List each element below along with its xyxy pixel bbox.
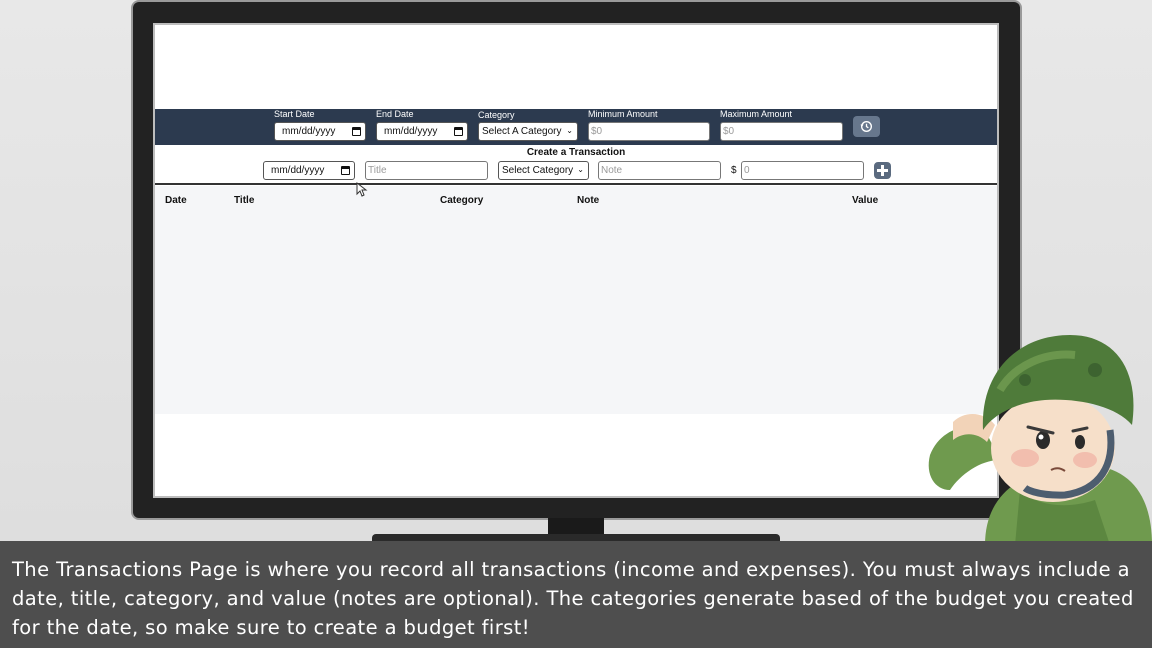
transaction-title-placeholder: Title [368,165,387,176]
app-header-area [155,25,997,109]
max-amount-label: Maximum Amount [720,109,793,119]
soldier-mascot-illustration [928,335,1152,545]
column-header-date[interactable]: Date [165,195,187,206]
start-date-value: mm/dd/yyyy [282,126,336,137]
end-date-value: mm/dd/yyyy [384,126,438,137]
filter-bar: Start Date mm/dd/yyyy End Date mm/dd/yyy… [155,109,997,145]
min-amount-placeholder: $0 [591,126,603,137]
currency-symbol: $ [731,165,737,176]
calendar-icon[interactable] [454,127,463,136]
caption-text: The Transactions Page is where you recor… [0,541,1152,648]
category-filter-value: Select A Category [482,126,562,137]
max-amount-placeholder: $0 [723,126,735,137]
column-header-category[interactable]: Category [440,195,483,206]
reset-filters-button[interactable] [853,116,880,137]
column-header-value[interactable]: Value [852,195,878,206]
transaction-value-input[interactable]: 0 [741,161,864,180]
create-transaction-title: Create a Transaction [526,147,626,158]
column-header-note[interactable]: Note [577,195,599,206]
min-amount-label: Minimum Amount [588,109,658,119]
min-amount-input[interactable]: $0 [588,122,710,141]
transaction-date-value: mm/dd/yyyy [271,165,325,176]
transaction-note-placeholder: Note [601,165,623,176]
add-transaction-button[interactable] [874,162,891,179]
end-date-input[interactable]: mm/dd/yyyy [376,122,468,141]
transaction-value-placeholder: 0 [744,165,750,176]
start-date-label: Start Date [274,109,315,119]
chevron-down-icon: ⌄ [566,126,573,135]
chevron-down-icon: ⌄ [577,165,584,174]
app-footer-area [155,414,997,496]
category-label: Category [478,110,515,120]
transaction-note-input[interactable]: Note [598,161,721,180]
transaction-category-value: Select Category [502,165,574,176]
create-transaction-form: Create a Transaction mm/dd/yyyy Title Se… [155,145,997,185]
calendar-icon[interactable] [352,127,361,136]
category-filter-select[interactable]: Select A Category ⌄ [478,122,578,141]
max-amount-input[interactable]: $0 [720,122,843,141]
end-date-label: End Date [376,109,414,119]
transactions-table: Date Title Category Note Value [155,186,997,414]
column-header-title[interactable]: Title [234,195,254,206]
calendar-icon[interactable] [341,166,350,175]
history-icon [860,120,873,133]
transaction-title-input[interactable]: Title [365,161,488,180]
start-date-input[interactable]: mm/dd/yyyy [274,122,366,141]
mouse-cursor-icon [356,182,368,197]
transaction-category-select[interactable]: Select Category ⌄ [498,161,589,180]
transaction-date-input[interactable]: mm/dd/yyyy [263,161,355,180]
monitor-screen: Start Date mm/dd/yyyy End Date mm/dd/yyy… [153,23,999,498]
